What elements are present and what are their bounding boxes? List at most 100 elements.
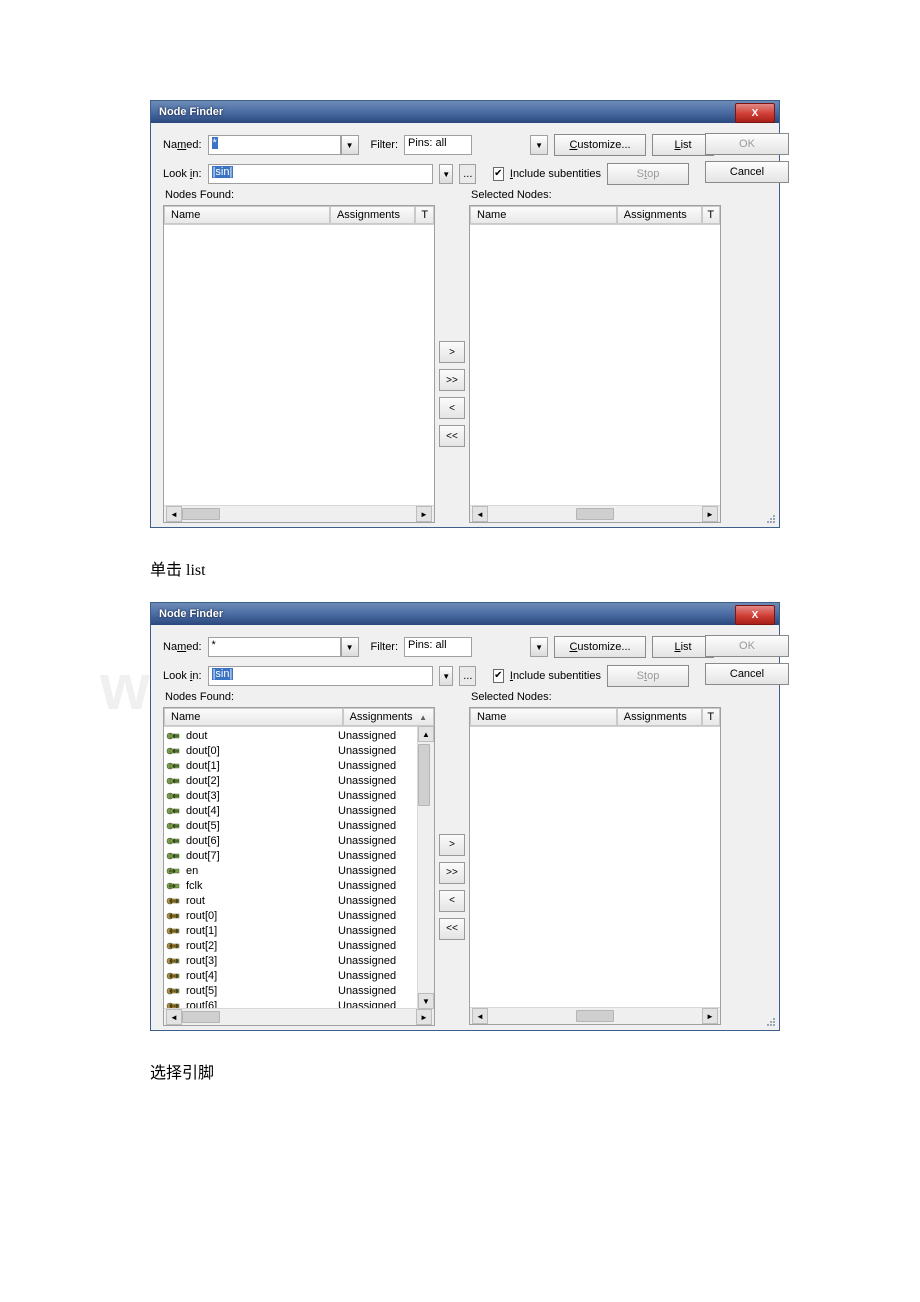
column-header-name[interactable]: Name: [470, 708, 617, 726]
remove-one-button[interactable]: <: [439, 890, 465, 912]
named-input[interactable]: *: [208, 637, 341, 657]
selected-nodes-list[interactable]: Name Assignments T ◄ ►: [469, 205, 721, 523]
lookin-input[interactable]: |sin|: [208, 164, 434, 184]
scrollbar-thumb[interactable]: [418, 744, 430, 806]
column-header-t[interactable]: T: [415, 206, 434, 224]
add-all-button[interactable]: >>: [439, 862, 465, 884]
close-button[interactable]: X: [735, 605, 775, 625]
scroll-left-icon[interactable]: ◄: [166, 1009, 182, 1025]
scroll-left-icon[interactable]: ◄: [472, 506, 488, 522]
column-header-name[interactable]: Name: [470, 206, 617, 224]
ok-button[interactable]: OK: [705, 635, 789, 657]
table-row[interactable]: rout[5]Unassigned: [164, 983, 434, 998]
scrollbar-thumb[interactable]: [182, 508, 220, 520]
table-row[interactable]: rout[3]Unassigned: [164, 953, 434, 968]
scroll-right-icon[interactable]: ►: [416, 1009, 432, 1025]
table-row[interactable]: dout[0]Unassigned: [164, 743, 434, 758]
table-row[interactable]: dout[6]Unassigned: [164, 833, 434, 848]
add-all-button[interactable]: >>: [439, 369, 465, 391]
chevron-down-icon[interactable]: ▼: [439, 164, 453, 184]
chevron-down-icon[interactable]: ▼: [530, 637, 548, 657]
table-row[interactable]: dout[7]Unassigned: [164, 848, 434, 863]
horizontal-scrollbar[interactable]: ◄ ►: [164, 1008, 434, 1025]
table-row[interactable]: dout[3]Unassigned: [164, 788, 434, 803]
vertical-scrollbar[interactable]: ▲ ▼: [417, 726, 434, 1009]
scroll-up-icon[interactable]: ▲: [418, 726, 434, 742]
ok-button[interactable]: OK: [705, 133, 789, 155]
column-header-assignments[interactable]: Assignments: [330, 206, 416, 224]
scroll-down-icon[interactable]: ▼: [418, 993, 434, 1009]
nodes-found-list[interactable]: Name Assignments T ◄ ►: [163, 205, 435, 523]
nodes-found-list[interactable]: Name Assignments▲ doutUnassigneddout[0]U…: [163, 707, 435, 1026]
remove-one-button[interactable]: <: [439, 397, 465, 419]
customize-button[interactable]: Customize...: [554, 636, 646, 658]
title-bar[interactable]: Node Finder X: [151, 101, 779, 123]
column-header-name[interactable]: Name: [164, 708, 343, 726]
table-row[interactable]: dout[2]Unassigned: [164, 773, 434, 788]
table-row[interactable]: fclkUnassigned: [164, 878, 434, 893]
resize-grip-icon[interactable]: [765, 513, 777, 525]
remove-all-button[interactable]: <<: [439, 425, 465, 447]
column-header-t[interactable]: T: [702, 206, 720, 224]
table-row[interactable]: rout[2]Unassigned: [164, 938, 434, 953]
add-one-button[interactable]: >: [439, 834, 465, 856]
table-row[interactable]: routUnassigned: [164, 893, 434, 908]
named-input[interactable]: *: [208, 135, 341, 155]
row-assignment: Unassigned: [338, 895, 418, 907]
filter-input[interactable]: Pins: all: [404, 135, 472, 155]
resize-grip-icon[interactable]: [765, 1016, 777, 1028]
table-row[interactable]: rout[4]Unassigned: [164, 968, 434, 983]
lookin-combo[interactable]: |sin|: [208, 666, 434, 686]
caption-click-list: 单击 list: [150, 556, 780, 580]
horizontal-scrollbar[interactable]: ◄ ►: [470, 1007, 720, 1024]
scrollbar-thumb[interactable]: [182, 1011, 220, 1023]
table-row[interactable]: dout[5]Unassigned: [164, 818, 434, 833]
scroll-left-icon[interactable]: ◄: [166, 506, 182, 522]
scroll-right-icon[interactable]: ►: [702, 506, 718, 522]
include-subentities-checkbox[interactable]: ✔: [493, 167, 504, 181]
column-header-assignments[interactable]: Assignments▲: [343, 708, 434, 726]
horizontal-scrollbar[interactable]: ◄ ►: [470, 505, 720, 522]
chevron-down-icon[interactable]: ▼: [341, 637, 359, 657]
column-header-assignments[interactable]: Assignments: [617, 708, 702, 726]
lookin-input[interactable]: |sin|: [208, 666, 434, 686]
include-subentities-checkbox[interactable]: ✔: [493, 669, 504, 683]
selected-nodes-list[interactable]: Name Assignments T ◄ ►: [469, 707, 721, 1025]
named-combo[interactable]: * ▼: [208, 135, 359, 155]
customize-button[interactable]: Customize...: [554, 134, 646, 156]
column-header-t[interactable]: T: [702, 708, 720, 726]
scrollbar-thumb[interactable]: [576, 508, 614, 520]
stop-button[interactable]: Stop: [607, 665, 689, 687]
cancel-button[interactable]: Cancel: [705, 161, 789, 183]
table-row[interactable]: dout[4]Unassigned: [164, 803, 434, 818]
scrollbar-thumb[interactable]: [576, 1010, 614, 1022]
close-button[interactable]: X: [735, 103, 775, 123]
filter-input[interactable]: Pins: all: [404, 637, 472, 657]
stop-button[interactable]: Stop: [607, 163, 689, 185]
chevron-down-icon[interactable]: ▼: [439, 666, 453, 686]
column-header-name[interactable]: Name: [164, 206, 330, 224]
column-header-assignments[interactable]: Assignments: [617, 206, 702, 224]
chevron-down-icon[interactable]: ▼: [530, 135, 548, 155]
table-row[interactable]: rout[6]Unassigned: [164, 998, 434, 1008]
scroll-left-icon[interactable]: ◄: [472, 1008, 488, 1024]
named-combo[interactable]: * ▼: [208, 637, 359, 657]
title-bar[interactable]: Node Finder X: [151, 603, 779, 625]
scroll-right-icon[interactable]: ►: [702, 1008, 718, 1024]
table-row[interactable]: rout[0]Unassigned: [164, 908, 434, 923]
remove-all-button[interactable]: <<: [439, 918, 465, 940]
table-row[interactable]: enUnassigned: [164, 863, 434, 878]
browse-button[interactable]: ...: [459, 164, 476, 184]
cancel-button[interactable]: Cancel: [705, 663, 789, 685]
browse-button[interactable]: ...: [459, 666, 476, 686]
filter-combo[interactable]: Pins: all ▼: [404, 637, 548, 657]
chevron-down-icon[interactable]: ▼: [341, 135, 359, 155]
lookin-combo[interactable]: |sin|: [208, 164, 434, 184]
horizontal-scrollbar[interactable]: ◄ ►: [164, 505, 434, 522]
scroll-right-icon[interactable]: ►: [416, 506, 432, 522]
add-one-button[interactable]: >: [439, 341, 465, 363]
filter-combo[interactable]: Pins: all ▼: [404, 135, 548, 155]
table-row[interactable]: rout[1]Unassigned: [164, 923, 434, 938]
table-row[interactable]: dout[1]Unassigned: [164, 758, 434, 773]
table-row[interactable]: doutUnassigned: [164, 728, 434, 743]
